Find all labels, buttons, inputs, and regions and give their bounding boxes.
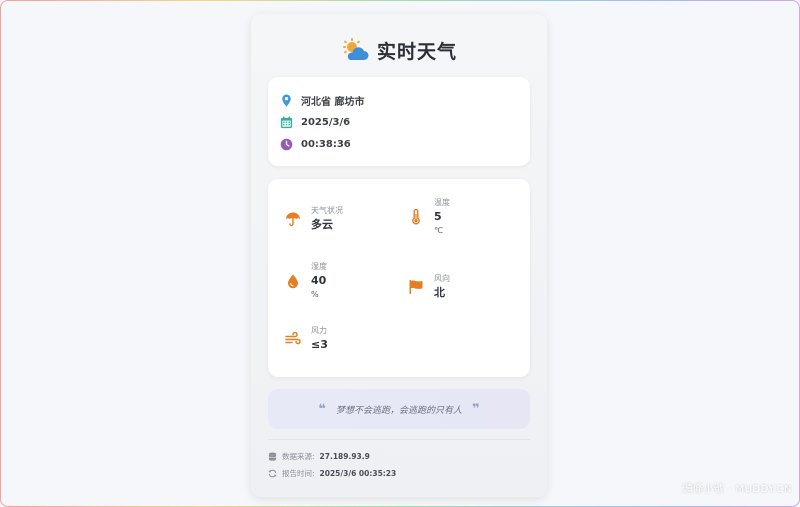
condition-value: 多云 xyxy=(311,218,333,231)
wind-power-value: ≤3 xyxy=(311,338,328,351)
wind-power-label: 风力 xyxy=(311,326,327,335)
date-text: 2025/3/6 xyxy=(301,116,351,128)
thermometer-icon xyxy=(412,209,420,225)
humidity-label: 湿度 xyxy=(311,262,327,271)
weather-wind-direction: 风向 北 xyxy=(408,273,450,301)
humidity-value: 40 xyxy=(311,274,327,287)
time-text: 00:38:36 xyxy=(301,138,351,150)
wind-direction-value: 北 xyxy=(434,286,445,299)
header: 实时天气 xyxy=(251,36,547,64)
data-source-value: 27.189.93.9 xyxy=(319,451,370,461)
page-title: 实时天气 xyxy=(376,40,457,63)
sync-icon xyxy=(268,469,277,477)
watermark: 頭條小號 · MUDDY.CN xyxy=(682,484,792,495)
data-source-label: 数据来源: xyxy=(282,451,315,461)
report-time-value: 2025/3/6 00:35:23 xyxy=(319,468,397,478)
date-row: 2025/3/6 xyxy=(280,114,350,130)
weather-temperature: 温度 5 ℃ xyxy=(408,197,450,237)
time-row: 00:38:36 xyxy=(280,136,351,152)
location-row: 河北省 廊坊市 xyxy=(280,92,364,108)
quote-box: ❝ 梦想不会逃跑，会逃跑的只有人 ❞ xyxy=(268,389,530,429)
database-icon xyxy=(268,451,277,461)
weather-condition: 天气状况 多云 xyxy=(285,205,343,233)
location-panel: 河北省 廊坊市 2025/3/6 00:38:36 xyxy=(268,77,530,166)
wind-direction-label: 风向 xyxy=(434,274,450,283)
report-time-label: 报告时间: xyxy=(282,468,315,478)
weather-card: 实时天气 河北省 廊坊市 2025/3/6 00:38:36 天气状况 多云 温… xyxy=(251,14,547,497)
footer-divider xyxy=(268,439,530,440)
temperature-value: 5 xyxy=(434,210,442,223)
map-pin-icon xyxy=(282,93,291,107)
flag-icon xyxy=(409,280,423,294)
location-text: 河北省 廊坊市 xyxy=(301,96,365,108)
weather-humidity: 湿度 40 % xyxy=(285,261,327,301)
temperature-label: 温度 xyxy=(434,198,450,207)
report-time-row: 报告时间: 2025/3/6 00:35:23 xyxy=(268,467,396,479)
data-source-row: 数据来源: 27.189.93.9 xyxy=(268,450,370,462)
cloud-sun-icon xyxy=(342,38,369,60)
wind-icon xyxy=(285,331,301,345)
calendar-icon xyxy=(280,115,293,128)
condition-label: 天气状况 xyxy=(311,206,343,215)
temperature-unit: ℃ xyxy=(434,226,443,235)
quote-close-icon: ❞ xyxy=(472,401,480,417)
weather-wind-power: 风力 ≤3 xyxy=(285,325,328,353)
droplet-icon xyxy=(288,274,298,289)
humidity-unit: % xyxy=(311,290,319,299)
umbrella-icon xyxy=(286,212,300,227)
weather-panel: 天气状况 多云 温度 5 ℃ 湿度 40 % 风向 北 风力 ≤3 xyxy=(268,179,530,377)
quote-text: 梦想不会逃跑，会逃跑的只有人 xyxy=(335,405,462,416)
quote-open-icon: ❝ xyxy=(318,401,326,417)
clock-icon xyxy=(280,138,293,150)
